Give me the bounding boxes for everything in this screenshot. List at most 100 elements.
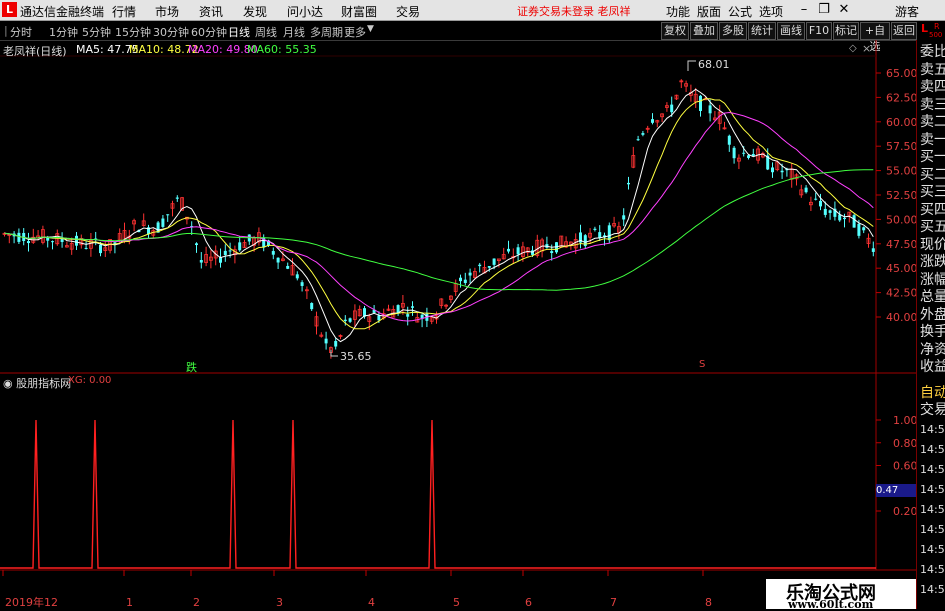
watermark: 乐淘公式网 www.60lt.com [766, 579, 916, 611]
x-tick-label: 2 [193, 596, 200, 609]
menu-trade[interactable]: 交易 [396, 3, 420, 20]
candle-down [871, 248, 875, 252]
period-weekly[interactable]: 周线 [255, 24, 277, 40]
quote-panel: 委比 卖五 卖四 卖三 卖二 卖一 买一 买二 买三 买四 买五 现价 涨跌 涨幅 总量 外盘 换手 净资 收益 自动… [916, 40, 945, 609]
candle-down [99, 244, 102, 254]
candle-down [651, 119, 654, 123]
auto-trade-label[interactable]: 自动 [920, 385, 945, 402]
diamond-icon[interactable]: ◇ [849, 43, 857, 54]
menu-options[interactable]: 选项 [759, 3, 783, 20]
period-more[interactable]: 更多 [344, 24, 366, 40]
level-label: L [921, 22, 929, 35]
candle-down [727, 135, 731, 145]
candle-down [459, 277, 462, 282]
settings-icon[interactable]: ◉ [3, 377, 13, 390]
candle-down [804, 187, 808, 193]
x-tick-label: 7 [610, 596, 617, 609]
candle-down [468, 272, 472, 276]
candle-down [60, 238, 64, 243]
price-tick-label: 57.50 [886, 140, 916, 153]
guest-label[interactable]: 游客 [895, 3, 919, 20]
candle-down [334, 341, 338, 347]
period-multi[interactable]: 多周期 [310, 24, 343, 40]
candle-down [223, 250, 227, 255]
trade-time: 14:56 [920, 443, 945, 456]
trade-time: 14:56 [920, 423, 945, 436]
close-chart-icon[interactable]: × [862, 42, 871, 55]
indicator-tick-label: 0.80 [893, 437, 916, 450]
x-tick-label: 5 [453, 596, 460, 609]
candle-down [823, 208, 827, 215]
overlay-button[interactable]: 叠加 [690, 22, 718, 40]
restore-icon[interactable]: ❐ [815, 1, 833, 18]
draw-button[interactable]: 画线 [777, 22, 805, 40]
menu-quotes[interactable]: 行情 [112, 3, 136, 20]
period-daily[interactable]: 日线 [228, 24, 250, 40]
candle-down [607, 225, 611, 241]
price-tick-label: 60.00 [886, 116, 916, 129]
candle-down [276, 257, 280, 263]
period-monthly[interactable]: 月线 [283, 24, 305, 40]
trade-time: 14:56 [920, 563, 945, 576]
add-watchlist-button[interactable]: +自选 [860, 22, 890, 53]
minimize-icon[interactable]: – [795, 1, 813, 18]
indicator-tick-label: 0.60 [893, 460, 916, 473]
quote-label: 买三 [920, 184, 945, 200]
candle-down [780, 170, 784, 173]
f10-button[interactable]: F10 [806, 22, 832, 40]
candle-down [670, 104, 674, 113]
menu-ask[interactable]: 问小达 [287, 3, 323, 20]
candle-down [295, 274, 299, 279]
period-15min[interactable]: 15分钟 [115, 24, 151, 40]
stats-button[interactable]: 统计 [748, 22, 776, 40]
x-tick-label: 6 [525, 596, 532, 609]
signal-spikes [0, 419, 876, 569]
candle-down [862, 227, 866, 231]
menu-formula[interactable]: 公式 [728, 3, 752, 20]
candle-down [310, 303, 314, 310]
back-button[interactable]: 返回 [891, 22, 917, 40]
auto-trade-label[interactable]: 交易 [920, 402, 945, 419]
trade-time: 14:56 [920, 543, 945, 556]
quote-label: 卖四 [920, 79, 945, 95]
close-icon[interactable]: ✕ [835, 1, 853, 18]
high-label: 68.01 [698, 58, 730, 71]
adjust-button[interactable]: 复权 [661, 22, 689, 40]
menu-layout[interactable]: 版面 [697, 3, 721, 20]
x-tick-label: 1 [126, 596, 133, 609]
chart-area[interactable]: 65.00 62.50 60.00 57.50 55.00 52.50 50.00 47.50… [0, 40, 916, 609]
price-tick-label: 50.00 [886, 213, 916, 226]
price-tick-label: 40.00 [886, 311, 916, 324]
period-60min[interactable]: 60分钟 [191, 24, 227, 40]
menu-wealth[interactable]: 财富圈 [341, 3, 377, 20]
period-30min[interactable]: 30分钟 [153, 24, 189, 40]
quote-label: 卖五 [920, 61, 945, 78]
ma60-line [4, 169, 874, 291]
candle-down [175, 197, 179, 199]
account-status: 证券交易未登录 老凤祥 [517, 5, 631, 18]
candle-down [747, 155, 750, 158]
candle-down [411, 306, 414, 308]
menu-market[interactable]: 市场 [155, 3, 179, 20]
menu-discover[interactable]: 发现 [243, 3, 267, 20]
chevron-down-icon[interactable]: ▼ [367, 24, 374, 34]
period-intraday[interactable]: 分时 [10, 24, 32, 40]
multi-stock-button[interactable]: 多股 [719, 22, 747, 40]
indicator-tick-label: 0.20 [893, 505, 916, 518]
ma10-line [4, 98, 874, 330]
period-5min[interactable]: 5分钟 [82, 24, 111, 40]
quote-label: 卖三 [920, 96, 945, 113]
indicator-ticks: 1.000.800.600.400.20 [876, 414, 916, 518]
candle-down [742, 152, 746, 154]
level-badge[interactable]: L R 500 [918, 22, 945, 40]
price-tick-label: 52.50 [886, 189, 916, 202]
candle-down [627, 182, 630, 185]
quote-label: 换手 [920, 324, 945, 340]
menu-news[interactable]: 资讯 [199, 3, 223, 20]
period-1min[interactable]: 1分钟 [49, 24, 78, 40]
mark-button[interactable]: 标记 [833, 22, 859, 40]
candle-down [286, 265, 290, 269]
candle-down [478, 264, 482, 267]
x-tick-label: 3 [276, 596, 283, 609]
menu-function[interactable]: 功能 [666, 3, 690, 20]
